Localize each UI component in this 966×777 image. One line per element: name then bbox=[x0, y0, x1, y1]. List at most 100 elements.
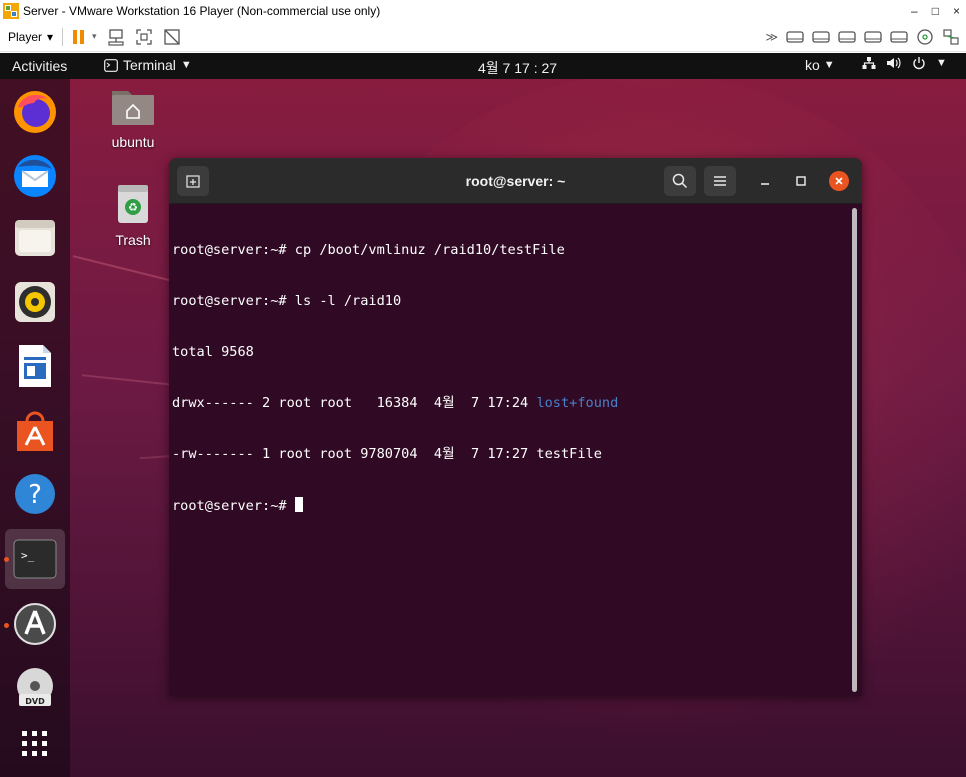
desktop-icon-label: Trash bbox=[115, 232, 151, 248]
terminal-line: drwx------ 2 root root 16384 4월 7 17:24 … bbox=[172, 395, 619, 411]
unity-icon bbox=[163, 28, 180, 45]
hdd-icon[interactable] bbox=[786, 29, 804, 45]
dock-item-libreoffice-writer[interactable] bbox=[10, 341, 60, 391]
hdd-icon[interactable] bbox=[864, 29, 882, 45]
terminal-output[interactable]: root@server:~# cp /boot/vmlinuz /raid10/… bbox=[172, 208, 842, 548]
window-controls: – □ × bbox=[911, 0, 960, 22]
more-devices-icon[interactable]: ≫ bbox=[765, 30, 778, 44]
chevron-down-icon: ▼ bbox=[823, 59, 835, 71]
terminal-line: root@server:~# cp /boot/vmlinuz /raid10/… bbox=[172, 242, 565, 258]
language-indicator[interactable]: ko ▼ bbox=[805, 57, 835, 73]
search-icon bbox=[672, 173, 688, 189]
dock-item-software-center[interactable] bbox=[10, 405, 60, 455]
chevron-down-icon: ▼ bbox=[180, 59, 192, 71]
thunderbird-icon bbox=[14, 155, 56, 197]
dock-item-dvd[interactable]: DVD bbox=[10, 663, 60, 713]
terminal-window[interactable]: root@server: ~ root@server:~# cp /boot/v… bbox=[169, 158, 862, 696]
ubuntu-topbar: Activities Terminal ▼ 4월 7 17 : 27 ko ▼ … bbox=[0, 53, 966, 79]
minimize-button[interactable] bbox=[755, 171, 775, 191]
maximize-button[interactable]: □ bbox=[932, 4, 939, 18]
network-icon bbox=[862, 57, 876, 69]
running-indicator bbox=[4, 623, 9, 628]
terminal-line: -rw------- 1 root root 9780704 4월 7 17:2… bbox=[172, 446, 602, 462]
minimize-icon bbox=[761, 183, 769, 185]
ubuntu-dock: ? >_ DVD bbox=[0, 79, 70, 777]
guest-desktop[interactable]: Activities Terminal ▼ 4월 7 17 : 27 ko ▼ … bbox=[0, 53, 966, 777]
terminal-icon: >_ bbox=[13, 539, 57, 579]
hdd-icon[interactable] bbox=[812, 29, 830, 45]
language-label: ko bbox=[805, 57, 820, 73]
hdd-icon[interactable] bbox=[890, 29, 908, 45]
app-menu-label: Terminal bbox=[123, 57, 176, 73]
show-applications-button[interactable] bbox=[10, 719, 60, 769]
hamburger-menu-icon bbox=[714, 176, 726, 186]
search-button[interactable] bbox=[664, 166, 696, 196]
dock-item-help[interactable]: ? bbox=[10, 469, 60, 519]
terminal-line: root@server:~# ls -l /raid10 bbox=[172, 293, 402, 309]
dvd-icon: DVD bbox=[17, 668, 53, 706]
maximize-icon bbox=[796, 176, 806, 186]
app-menu-button[interactable]: Terminal ▼ bbox=[104, 57, 192, 73]
desktop-icon-home[interactable]: ubuntu bbox=[103, 85, 163, 150]
terminal-headerbar[interactable]: root@server: ~ bbox=[169, 158, 862, 204]
desktop-icon-trash[interactable]: ♻ Trash bbox=[103, 183, 163, 248]
player-menu-label: Player bbox=[8, 29, 43, 44]
close-button[interactable]: × bbox=[953, 4, 960, 18]
software-center-icon bbox=[17, 411, 53, 451]
cd-icon[interactable] bbox=[916, 28, 934, 46]
trash-icon: ♻ bbox=[118, 185, 148, 223]
chevron-down-icon: ▾ bbox=[92, 31, 97, 41]
fullscreen-icon bbox=[135, 28, 152, 45]
power-icon bbox=[913, 57, 925, 70]
rhythmbox-icon bbox=[15, 282, 55, 322]
writer-icon bbox=[19, 345, 51, 387]
dock-item-files[interactable] bbox=[10, 213, 60, 263]
running-indicator bbox=[4, 557, 9, 562]
send-ctrl-alt-del-button[interactable] bbox=[107, 28, 125, 46]
text-cursor bbox=[294, 497, 303, 512]
terminal-scrollbar[interactable] bbox=[852, 208, 857, 692]
device-status-bar: ≫ bbox=[765, 22, 960, 52]
system-status-menu[interactable]: ▼ bbox=[862, 56, 947, 70]
desktop-icon-label: ubuntu bbox=[111, 134, 155, 150]
minimize-button[interactable]: – bbox=[911, 4, 918, 18]
chevron-down-icon: ▾ bbox=[47, 29, 54, 44]
svg-text:?: ? bbox=[28, 480, 42, 510]
directory-name: lost+found bbox=[536, 395, 619, 411]
toolbar-divider bbox=[62, 27, 64, 46]
software-updater-icon bbox=[14, 603, 56, 645]
svg-text:♻: ♻ bbox=[128, 201, 138, 214]
chevron-down-icon: ▼ bbox=[936, 57, 947, 69]
svg-text:DVD: DVD bbox=[25, 697, 45, 706]
vmware-logo-icon bbox=[3, 3, 19, 19]
dock-item-terminal[interactable]: >_ bbox=[5, 529, 65, 589]
dock-item-rhythmbox[interactable] bbox=[10, 277, 60, 327]
player-menu-button[interactable]: Player ▾ bbox=[8, 30, 53, 44]
window-title: Server - VMware Workstation 16 Player (N… bbox=[23, 4, 381, 18]
hdd-icon[interactable] bbox=[838, 29, 856, 45]
dock-item-firefox[interactable] bbox=[10, 87, 60, 137]
volume-icon bbox=[887, 57, 901, 69]
terminal-line: total 9568 bbox=[172, 344, 254, 360]
firefox-icon bbox=[14, 91, 56, 133]
help-icon: ? bbox=[15, 474, 55, 514]
clock[interactable]: 4월 7 17 : 27 bbox=[478, 58, 557, 78]
vmware-titlebar: Server - VMware Workstation 16 Player (N… bbox=[0, 0, 966, 22]
svg-text:>_: >_ bbox=[21, 549, 35, 562]
dock-item-software-updater[interactable] bbox=[10, 599, 60, 649]
terminal-prompt-line: root@server:~# bbox=[172, 497, 842, 514]
close-icon bbox=[835, 177, 843, 185]
unity-button[interactable] bbox=[163, 28, 181, 46]
fullscreen-button[interactable] bbox=[135, 28, 153, 46]
files-icon bbox=[15, 220, 55, 256]
maximize-button[interactable] bbox=[791, 171, 811, 191]
home-folder-icon bbox=[112, 91, 154, 125]
network-icon[interactable] bbox=[942, 28, 960, 46]
pause-button[interactable]: ▾ bbox=[72, 29, 97, 45]
menu-button[interactable] bbox=[704, 166, 736, 196]
pause-icon bbox=[73, 29, 85, 44]
close-button[interactable] bbox=[829, 171, 849, 191]
vmware-toolbar: Player ▾ ▾ ≫ bbox=[0, 22, 966, 52]
activities-button[interactable]: Activities bbox=[12, 58, 67, 74]
dock-item-thunderbird[interactable] bbox=[10, 151, 60, 201]
